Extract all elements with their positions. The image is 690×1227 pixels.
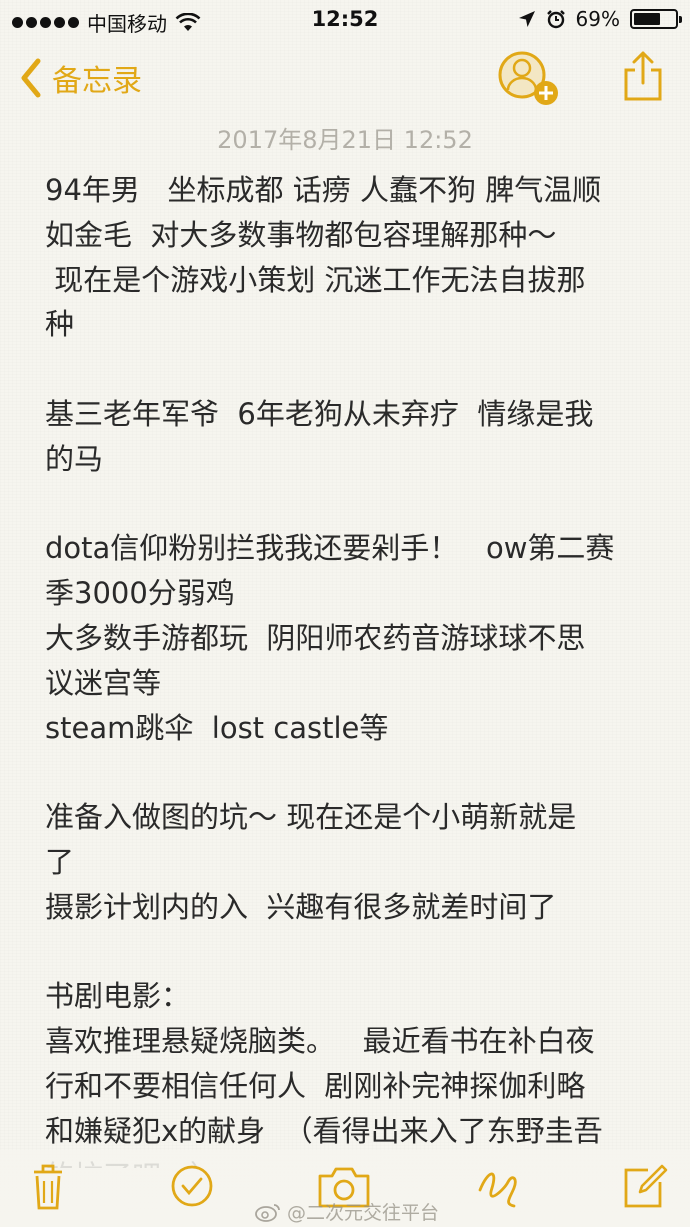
weibo-icon bbox=[255, 1203, 280, 1222]
alarm-clock-icon bbox=[546, 10, 565, 29]
back-button[interactable]: 备忘录 bbox=[18, 56, 142, 100]
compose-icon[interactable] bbox=[622, 1160, 668, 1210]
note-line: 大多数手游都玩 阴阳师农药音游球球不思 bbox=[45, 620, 586, 655]
status-bar: 中国移动 12:52 69% bbox=[0, 0, 690, 40]
note-line: 种 bbox=[45, 307, 75, 342]
note-body[interactable]: 94年男 坐标成都 话痨 人蠢不狗 脾气温顺 如金毛 对大多数事物都包容理解那种～… bbox=[45, 168, 655, 1168]
note-line: 摄影计划内的入 兴趣有很多就差时间了 bbox=[45, 889, 557, 924]
chevron-left-icon bbox=[21, 58, 41, 98]
sketch-icon[interactable] bbox=[474, 1160, 522, 1210]
note-line: 如金毛 对大多数事物都包容理解那种～ bbox=[45, 217, 557, 252]
nav-bar: 备忘录 bbox=[0, 40, 690, 120]
note-date: 2017年8月21日 12:52 bbox=[217, 126, 473, 154]
status-right: 69% bbox=[518, 7, 682, 31]
note-line: 季3000分弱鸡 bbox=[45, 576, 235, 611]
add-person-icon[interactable] bbox=[496, 48, 560, 106]
battery-percent: 69% bbox=[575, 7, 620, 31]
note-line: 了 bbox=[45, 844, 75, 879]
note-line: dota信仰粉别拦我我还要剁手！ ow第二赛 bbox=[45, 531, 615, 566]
location-arrow-icon bbox=[518, 11, 535, 27]
note-line: 议迷宫等 bbox=[45, 665, 162, 700]
note-line: 和嫌疑犯x的献身 （看得出来入了东野圭吾 bbox=[45, 1113, 603, 1148]
note-line: 现在是个游戏小策划 沉迷工作无法自拔那 bbox=[45, 262, 586, 297]
note-line bbox=[45, 750, 655, 795]
note-line: 喜欢推理悬疑烧脑类。 最近看书在补白夜 bbox=[45, 1024, 595, 1059]
note-line bbox=[45, 347, 655, 392]
note-line: 基三老年军爷 6年老狗从未弃疗 情缘是我 bbox=[45, 396, 594, 431]
back-label: 备忘录 bbox=[52, 64, 142, 99]
share-icon[interactable] bbox=[622, 50, 664, 102]
note-line bbox=[45, 930, 655, 975]
trash-icon[interactable] bbox=[28, 1160, 68, 1212]
checklist-icon[interactable] bbox=[170, 1164, 214, 1208]
note-line bbox=[45, 482, 655, 527]
note-line: steam跳伞 lost castle等 bbox=[45, 710, 389, 745]
note-line: 94年男 坐标成都 话痨 人蠢不狗 脾气温顺 bbox=[45, 173, 602, 207]
watermark-text: @二次元交往平台 bbox=[287, 1202, 440, 1224]
note-line: 的马 bbox=[45, 441, 104, 476]
battery-fill bbox=[634, 13, 661, 25]
battery-icon bbox=[630, 9, 682, 29]
note-line: 行和不要相信任何人 剧刚补完神探伽利略 bbox=[45, 1068, 586, 1103]
note-line: 书剧电影： bbox=[45, 979, 191, 1014]
note-line: 准备入做图的坑～ 现在还是个小萌新就是 bbox=[45, 800, 577, 835]
watermark: @二次元交往平台 bbox=[255, 1198, 439, 1225]
